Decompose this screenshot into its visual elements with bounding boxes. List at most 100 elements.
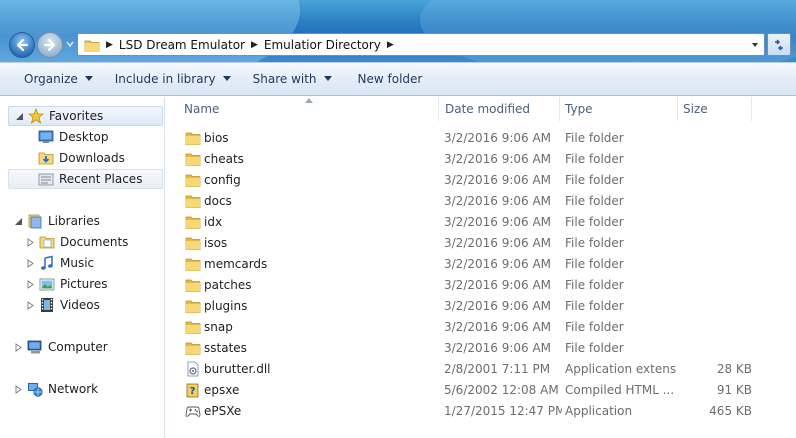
file-row[interactable]: isos 3/2/2016 9:06 AM File folder <box>166 233 796 254</box>
expanded-triangle-icon[interactable] <box>15 112 24 121</box>
address-dropdown-icon[interactable] <box>750 40 760 50</box>
file-size <box>678 338 752 359</box>
address-bar[interactable]: ▶ LSD Dream Emulator ▶ Emulatior Directo… <box>77 33 765 56</box>
file-date-modified: 3/2/2016 9:06 AM <box>444 341 552 355</box>
nav-pictures[interactable]: Pictures <box>26 274 108 294</box>
file-name: idx <box>204 215 223 229</box>
nav-libraries-label: Libraries <box>48 214 100 228</box>
file-row[interactable]: bios 3/2/2016 9:06 AM File folder <box>166 128 796 149</box>
file-row[interactable]: idx 3/2/2016 9:06 AM File folder <box>166 212 796 233</box>
column-headers: Name Date modified Type Size <box>166 97 796 121</box>
nav-network-label: Network <box>48 382 99 396</box>
chevron-down-icon <box>323 76 332 81</box>
file-size: 465 KB <box>709 404 752 418</box>
breadcrumb-lsd-dream-emulator[interactable]: LSD Dream Emulator <box>119 38 245 52</box>
title-bar: ▶ LSD Dream Emulator ▶ Emulatior Directo… <box>0 0 796 62</box>
breadcrumb-separator[interactable]: ▶ <box>106 40 113 50</box>
organize-button[interactable]: Organize <box>16 67 101 91</box>
breadcrumb-separator[interactable]: ▶ <box>387 40 394 50</box>
include-in-library-button[interactable]: Include in library <box>107 67 239 91</box>
file-type: File folder <box>565 278 624 292</box>
file-type: File folder <box>565 215 624 229</box>
breadcrumb-emulatior-directory[interactable]: Emulatior Directory <box>264 38 381 52</box>
nav-desktop-label: Desktop <box>59 130 109 144</box>
nav-libraries[interactable]: Libraries <box>14 211 100 231</box>
breadcrumb-separator[interactable]: ▶ <box>251 40 258 50</box>
nav-music[interactable]: Music <box>26 253 94 273</box>
refresh-button[interactable] <box>767 33 791 56</box>
file-date-modified: 3/2/2016 9:06 AM <box>444 257 552 271</box>
file-size <box>678 233 752 254</box>
file-row[interactable]: snap 3/2/2016 9:06 AM File folder <box>166 317 796 338</box>
collapsed-triangle-icon[interactable] <box>26 258 35 268</box>
file-type: File folder <box>565 320 624 334</box>
file-name: isos <box>204 236 228 250</box>
nav-desktop[interactable]: Desktop <box>38 127 109 147</box>
nav-documents[interactable]: Documents <box>26 232 128 252</box>
column-type[interactable]: Type <box>560 97 678 121</box>
network-globe-icon <box>28 383 43 397</box>
forward-button[interactable] <box>37 32 63 58</box>
folder-icon <box>185 258 201 271</box>
file-type: File folder <box>565 257 624 271</box>
recent-places-icon <box>38 173 54 186</box>
nav-favorites[interactable]: Favorites <box>8 106 163 126</box>
file-date-modified: 3/2/2016 9:06 AM <box>444 236 552 250</box>
column-date-modified[interactable]: Date modified <box>440 97 560 121</box>
expanded-triangle-icon[interactable] <box>14 217 23 226</box>
nav-downloads-label: Downloads <box>59 151 125 165</box>
file-type: File folder <box>565 236 624 250</box>
collapsed-triangle-icon[interactable] <box>14 384 23 394</box>
documents-icon <box>39 236 55 249</box>
file-row[interactable]: patches 3/2/2016 9:06 AM File folder <box>166 275 796 296</box>
back-button[interactable] <box>9 32 35 58</box>
organize-label: Organize <box>24 72 78 86</box>
file-row[interactable]: cheats 3/2/2016 9:06 AM File folder <box>166 149 796 170</box>
folder-icon <box>185 174 201 187</box>
file-row[interactable]: plugins 3/2/2016 9:06 AM File folder <box>166 296 796 317</box>
file-name: docs <box>204 194 232 208</box>
nav-downloads[interactable]: Downloads <box>38 148 125 168</box>
collapsed-triangle-icon[interactable] <box>26 279 35 289</box>
collapsed-triangle-icon[interactable] <box>26 300 35 310</box>
file-date-modified: 3/2/2016 9:06 AM <box>444 131 552 145</box>
column-name[interactable]: Name <box>179 97 439 121</box>
file-name: epsxe <box>204 383 240 397</box>
film-strip-icon <box>41 298 53 312</box>
column-size[interactable]: Size <box>678 97 752 121</box>
nav-recent-places[interactable]: Recent Places <box>8 169 163 189</box>
share-with-button[interactable]: Share with <box>245 67 340 91</box>
file-date-modified: 3/2/2016 9:06 AM <box>444 173 552 187</box>
file-size: 91 KB <box>716 383 752 397</box>
gamepad-icon <box>185 406 201 417</box>
file-row[interactable]: memcards 3/2/2016 9:06 AM File folder <box>166 254 796 275</box>
file-name: snap <box>204 320 233 334</box>
file-size <box>678 149 752 170</box>
file-row[interactable]: config 3/2/2016 9:06 AM File folder <box>166 170 796 191</box>
nav-network[interactable]: Network <box>14 379 98 399</box>
file-date-modified: 3/2/2016 9:06 AM <box>444 194 552 208</box>
file-name: patches <box>204 278 252 292</box>
file-name: memcards <box>204 257 268 271</box>
file-row[interactable]: burutter.dll 2/8/2001 7:11 PM Application … <box>166 359 796 380</box>
share-with-label: Share with <box>252 72 317 86</box>
file-name: bios <box>204 131 229 145</box>
file-name: burutter.dll <box>204 362 271 376</box>
file-row[interactable]: ePSXe 1/27/2015 12:47 PM Application 465 KB <box>166 401 796 422</box>
file-row[interactable]: sstates 3/2/2016 9:06 AM File folder <box>166 338 796 359</box>
collapsed-triangle-icon[interactable] <box>26 237 35 247</box>
chevron-down-icon <box>222 76 231 81</box>
svg-text:?: ? <box>190 386 196 397</box>
collapsed-triangle-icon[interactable] <box>14 342 23 352</box>
recent-pages-chevron-icon[interactable] <box>65 39 75 49</box>
nav-computer[interactable]: Computer <box>14 337 108 357</box>
file-size <box>678 191 752 212</box>
new-folder-button[interactable]: New folder <box>350 67 431 91</box>
file-row[interactable]: docs 3/2/2016 9:06 AM File folder <box>166 191 796 212</box>
folder-icon <box>185 300 201 313</box>
nav-videos[interactable]: Videos <box>26 295 100 315</box>
file-row[interactable]: ? epsxe 5/6/2002 12:08 AM Compiled HTML ...… <box>166 380 796 401</box>
music-note-icon <box>41 255 53 270</box>
file-type: File folder <box>565 341 624 355</box>
folder-icon <box>185 132 201 145</box>
